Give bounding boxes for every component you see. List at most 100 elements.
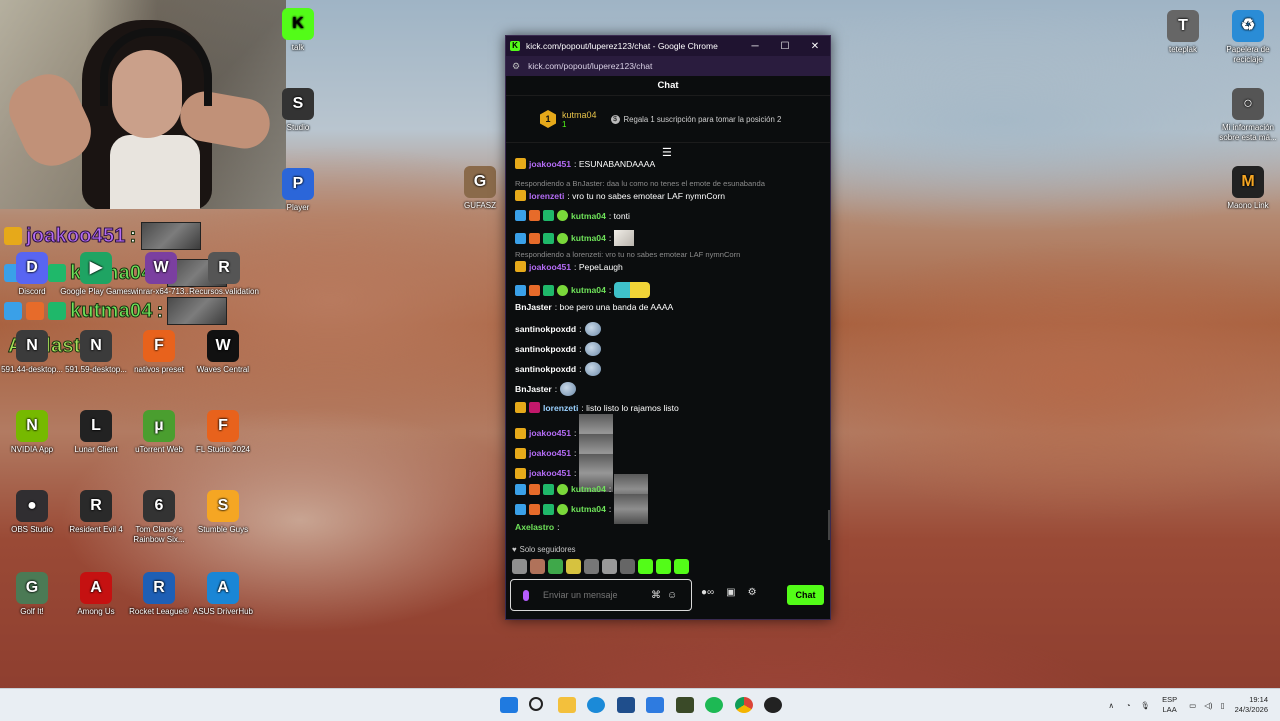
desktop-icon-rainbow-six[interactable]: 6 Tom Clancy's Rainbow Six... [123,490,195,545]
game-icon[interactable] [676,697,694,713]
quick-emote[interactable] [566,559,581,574]
obs-icon[interactable] [764,697,782,713]
chrome-icon[interactable] [735,697,753,713]
chat-message: kutma04: [515,494,649,524]
microphone-icon[interactable]: 🎙 [1141,701,1151,710]
lime-badge-icon [557,503,568,515]
volume-icon[interactable]: ◁) [1204,701,1212,710]
desktop-icon-nvidia-driver-1[interactable]: N 591.44-desktop... [0,330,68,375]
kick-icon: K [282,8,314,40]
chat-username[interactable]: joakoo451 [529,262,571,272]
translate-icon[interactable]: ⌘ [651,590,661,601]
search-icon[interactable] [529,697,543,711]
quick-emote[interactable] [584,559,599,574]
game-icon: A [80,572,112,604]
desktop-icon-lunar-client[interactable]: L Lunar Client [60,410,132,455]
combo-icon[interactable]: ●∞ [701,587,714,598]
chat-text: : [608,484,612,494]
send-chat-button[interactable]: Chat [787,585,824,605]
chat-username[interactable]: kutma04 [571,504,606,514]
chevron-up-icon[interactable]: ∧ [1109,701,1115,710]
chat-username[interactable]: kutma04 [571,285,606,295]
calculator-icon[interactable] [617,697,635,713]
chat-text: : vro tu no sabes emotear LAF nymnCorn [567,190,725,201]
desktop-icon-discord[interactable]: D Discord [0,252,68,297]
quick-emote[interactable] [512,559,527,574]
lunar-icon: L [80,410,112,442]
chat-text: : [554,384,558,394]
desktop-icon-nvidia-app[interactable]: N NVIDIA App [0,410,68,455]
chat-input[interactable] [541,589,645,601]
chat-username[interactable]: lorenzeti [543,403,578,413]
chat-message: joakoo451: ESUNABANDAAAA [515,158,655,169]
scrollbar[interactable] [828,510,830,540]
chat-username[interactable]: BnJaster [515,302,552,312]
maximize-button[interactable]: ☐ [770,41,800,52]
chat-username[interactable]: santinokpoxdd [515,364,576,374]
desktop-icon-stumble-guys[interactable]: S Stumble Guys [187,490,259,535]
quick-emote[interactable] [548,559,563,574]
desktop-icon-fl-studio[interactable]: F FL Studio 2024 [187,410,259,455]
desktop-icon-recursos[interactable]: R Recursos.validation [188,252,260,297]
desktop-icon-rocket-league[interactable]: R Rocket League® [123,572,195,617]
language-indicator[interactable]: ESP LAA [1162,695,1177,715]
chat-username[interactable]: santinokpoxdd [515,344,576,354]
desktop-icon-teteplak[interactable]: Tteteplak [1147,10,1219,55]
address-bar[interactable]: ⚙ kick.com/popout/luperez123/chat [506,56,830,76]
settings-icon[interactable]: ⚙ [748,587,757,598]
outlook-icon[interactable] [646,697,664,713]
desktop-icon-obs[interactable]: ● OBS Studio [0,490,68,535]
desktop-icon-player[interactable]: P Player [262,168,334,213]
battery-icon[interactable]: ▯ [1220,701,1224,710]
site-info-icon[interactable]: ⚙ [512,61,520,72]
start-icon[interactable] [500,697,518,713]
desktop-icon-resident-evil[interactable]: R Resident Evil 4 [60,490,132,535]
clock[interactable]: 19:14 24/3/2026 [1235,695,1268,715]
quick-emote[interactable] [602,559,617,574]
gift-promo[interactable]: $ Regala 1 suscripción para tomar la pos… [610,114,781,124]
chat-input-box[interactable]: ⌘ ☺ [510,579,692,611]
chat-username[interactable]: joakoo451 [529,159,571,169]
grn-badge-icon [543,483,554,495]
quick-emote[interactable] [530,559,545,574]
quick-emote[interactable] [656,559,671,574]
chat-username[interactable]: santinokpoxdd [515,324,576,334]
chat-username[interactable]: Axelastro [515,522,554,532]
emoji-icon[interactable]: ☺ [667,590,677,601]
microphone-icon[interactable] [523,589,529,601]
quick-emote[interactable] [638,559,653,574]
chat-username[interactable]: kutma04 [571,484,606,494]
desktop-icon-winrar[interactable]: Wwinrar-x64-713... [125,252,197,297]
desktop-icon-asus-driverhub[interactable]: A ASUS DriverHub [187,572,259,617]
desktop-icon-studio[interactable]: S Studio [262,88,334,133]
chat-username[interactable]: lorenzeti [529,191,564,201]
desktop-icon-recycle-bin[interactable]: ♻ Papelera de reciclaje [1212,10,1280,65]
quick-emote[interactable] [674,559,689,574]
desktop-icon-utorrent[interactable]: µ uTorrent Web [123,410,195,455]
desktop-icon-maono-link[interactable]: M Maono Link [1212,166,1280,211]
desktop-icon-waves-central[interactable]: W Waves Central [187,330,259,375]
minimize-button[interactable]: ─ [740,41,770,52]
desktop-icon-nvidia-driver-2[interactable]: N 591.59-desktop... [60,330,132,375]
network-icon[interactable]: ◔ [1126,701,1131,710]
chat-message: santinokpoxdd: [515,362,601,376]
close-button[interactable]: ✕ [800,41,830,52]
desktop-icon-golf-it[interactable]: G Golf It! [0,572,68,617]
desktop-icon-google-play-games[interactable]: ▶ Google Play Games [60,252,132,297]
chat-filter-icon[interactable]: ☰ [662,146,672,159]
edge-icon[interactable] [587,697,605,713]
chat-username[interactable]: kutma04 [571,233,606,243]
desktop-icon-kick[interactable]: Ktalk [262,8,334,53]
chat-text: : [579,324,582,334]
leader-username[interactable]: kutma04 [562,110,597,120]
quick-emote[interactable] [620,559,635,574]
desktop-icon-nativos-preset[interactable]: Fnativos preset [123,330,195,375]
desktop-icon-my-info[interactable]: ○ Mi información sobre esta má... [1212,88,1280,143]
monitor-icon[interactable]: ▭ [1189,701,1196,710]
chat-username[interactable]: kutma04 [571,211,606,221]
desktop-icon-among-us[interactable]: A Among Us [60,572,132,617]
store-icon[interactable]: ▣ [726,587,735,598]
spotify-icon[interactable] [705,697,723,713]
chat-username[interactable]: BnJaster [515,384,552,394]
file-explorer-icon[interactable] [558,697,576,713]
